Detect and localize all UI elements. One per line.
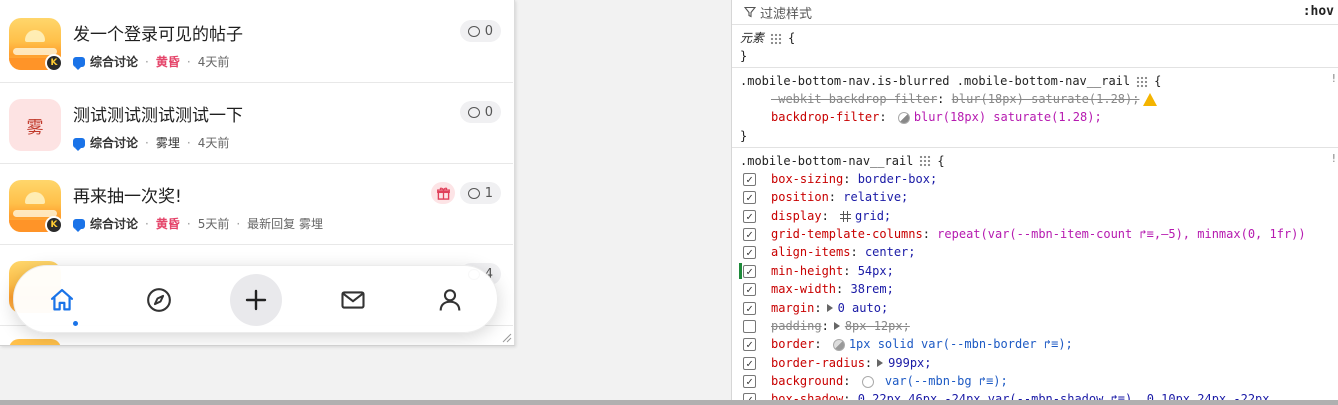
filter-input[interactable]: 过滤样式 xyxy=(760,3,812,22)
declaration-checkbox[interactable]: ✓ xyxy=(743,283,756,297)
css-declaration[interactable]: ✓ box-sizing: border-box; xyxy=(740,170,1338,188)
post-time: 4天前 xyxy=(197,55,230,69)
compass-icon xyxy=(147,288,171,312)
user-badge-icon: K xyxy=(45,54,63,72)
active-indicator xyxy=(73,321,78,326)
post-time: 5天前 xyxy=(197,217,230,231)
post-item[interactable]: 雾 测试测试测试测试一下 综合讨论 · 雾埋 · 4天前 0 xyxy=(0,83,513,164)
css-rule-blurred[interactable]: ! .mobile-bottom-nav.is-blurred .mobile-… xyxy=(732,68,1338,148)
mail-icon xyxy=(341,291,365,309)
avatar xyxy=(9,339,61,345)
declaration-checkbox[interactable]: ✓ xyxy=(743,227,756,241)
user-badge-icon: K xyxy=(45,216,63,234)
declaration-checkbox[interactable]: ✓ xyxy=(743,264,756,278)
nav-messages-button[interactable] xyxy=(329,276,377,324)
reply-count-badge: 0 xyxy=(459,101,501,123)
post-meta: 综合讨论 · 雾埋 · 4天前 xyxy=(73,134,229,151)
declaration-checkbox[interactable]: ✓ xyxy=(743,191,756,205)
author-link[interactable]: 黄昏 xyxy=(156,215,180,232)
nav-home-button[interactable] xyxy=(38,276,86,324)
reply-count-badge: 1 xyxy=(459,182,501,204)
resize-handle-icon[interactable] xyxy=(500,331,512,343)
declaration-checkbox[interactable] xyxy=(743,319,756,333)
expand-triangle-icon[interactable] xyxy=(826,304,833,313)
color-swatch-icon[interactable] xyxy=(861,375,874,388)
css-declaration[interactable]: ✓ margin: 0 auto; xyxy=(740,299,1338,317)
declaration-checkbox[interactable]: ✓ xyxy=(743,209,756,223)
reply-count-badge: 0 xyxy=(459,20,501,42)
post-item[interactable]: K 发一个登录可见的帖子 综合讨论 · 黄昏 · 4天前 0 xyxy=(0,2,513,83)
css-declaration[interactable]: ✓ border-radius: 999px; xyxy=(740,354,1338,372)
warning-icon xyxy=(1143,93,1158,106)
declaration-checkbox[interactable]: ✓ xyxy=(743,375,756,389)
selector-dots-icon[interactable] xyxy=(1136,75,1149,88)
devtools-styles-pane: 过滤样式 :hov 元素{ } ! .mobile-bottom-nav.is-… xyxy=(731,0,1338,405)
declaration-checkbox[interactable]: ✓ xyxy=(743,301,756,315)
selector-dots-icon[interactable] xyxy=(919,155,932,168)
expand-triangle-icon[interactable] xyxy=(877,359,884,368)
css-rule-rail[interactable]: ! .mobile-bottom-nav__rail{ ✓ box-sizing:… xyxy=(732,148,1338,405)
mobile-bottom-nav xyxy=(13,265,498,333)
nav-explore-button[interactable] xyxy=(135,276,183,324)
comment-icon xyxy=(467,25,480,37)
post-item[interactable]: K 再来抽一次奖! 综合讨论 · 黄昏 · 5天前 · 最新回复 雾埋 1 xyxy=(0,164,513,245)
css-declaration[interactable]: padding: 8px 12px; xyxy=(740,317,1338,335)
rule-selector[interactable]: .mobile-bottom-nav__rail xyxy=(740,154,913,168)
category-link[interactable]: 综合讨论 xyxy=(90,53,138,70)
nav-add-button[interactable] xyxy=(230,274,282,326)
chat-category-icon xyxy=(73,218,85,232)
color-swatch-icon[interactable] xyxy=(832,338,845,351)
css-declaration[interactable]: ✓ border: 1px solid var(--mbn-border ↱≡); xyxy=(740,335,1338,353)
css-declaration[interactable]: ✓ max-width: 38rem; xyxy=(740,280,1338,298)
declaration-checkbox[interactable]: ✓ xyxy=(743,338,756,352)
comment-icon xyxy=(467,187,480,199)
declaration-checkbox[interactable]: ✓ xyxy=(743,246,756,260)
expand-triangle-icon[interactable] xyxy=(833,322,840,331)
post-meta: 综合讨论 · 黄昏 · 5天前 · 最新回复 雾埋 xyxy=(73,215,323,232)
comment-icon xyxy=(467,106,480,118)
author-link[interactable]: 雾埋 xyxy=(156,134,180,151)
chat-category-icon xyxy=(73,137,85,151)
chat-category-icon xyxy=(73,56,85,70)
plus-icon xyxy=(245,289,267,311)
post-title[interactable]: 再来抽一次奖! xyxy=(73,182,182,207)
hov-toggle[interactable]: :hov xyxy=(1303,4,1334,19)
user-icon xyxy=(439,289,461,311)
css-declaration[interactable]: ✓ min-height: 54px; xyxy=(739,262,1338,280)
css-declaration[interactable]: backdrop-filter: blur(18px) saturate(1.2… xyxy=(740,108,1338,126)
gift-icon xyxy=(431,182,455,204)
css-declaration[interactable]: ✓ display: grid; xyxy=(740,207,1338,225)
css-declaration[interactable]: -webkit-backdrop-filter: blur(18px) satu… xyxy=(740,90,1338,108)
avatar[interactable]: 雾 xyxy=(9,99,61,151)
nav-profile-button[interactable] xyxy=(426,276,474,324)
declaration-checkbox[interactable]: ✓ xyxy=(743,356,756,370)
category-link[interactable]: 综合讨论 xyxy=(90,215,138,232)
css-declaration[interactable]: ✓ grid-template-columns: repeat(var(--mbn… xyxy=(740,225,1338,243)
screen: K 发一个登录可见的帖子 综合讨论 · 黄昏 · 4天前 0 雾 测试测试测试测… xyxy=(0,0,1338,405)
css-declaration[interactable]: ✓ align-items: center; xyxy=(740,243,1338,261)
horizontal-scrollbar[interactable] xyxy=(0,400,1338,405)
category-link[interactable]: 综合讨论 xyxy=(90,134,138,151)
selector-dots-icon[interactable] xyxy=(770,32,783,45)
rule-selector[interactable]: .mobile-bottom-nav.is-blurred .mobile-bo… xyxy=(740,74,1130,88)
home-icon xyxy=(50,288,74,311)
post-meta: 综合讨论 · 黄昏 · 4天前 xyxy=(73,53,229,70)
post-time: 4天前 xyxy=(197,136,230,150)
css-declaration[interactable]: ✓ position: relative; xyxy=(740,188,1338,206)
grid-editor-icon[interactable] xyxy=(840,210,852,222)
post-title[interactable]: 发一个登录可见的帖子 xyxy=(73,20,243,45)
author-link[interactable]: 黄昏 xyxy=(156,53,180,70)
filter-bar[interactable]: 过滤样式 :hov xyxy=(732,0,1338,25)
post-title[interactable]: 测试测试测试测试一下 xyxy=(73,101,243,126)
declaration-checkbox[interactable]: ✓ xyxy=(743,172,756,186)
filter-icon xyxy=(744,6,756,18)
css-declaration[interactable]: ✓ background: var(--mbn-bg ↱≡); xyxy=(740,372,1338,390)
filter-swatch-icon[interactable] xyxy=(897,111,910,124)
mobile-preview: K 发一个登录可见的帖子 综合讨论 · 黄昏 · 4天前 0 雾 测试测试测试测… xyxy=(0,0,515,346)
last-reply: 最新回复 雾埋 xyxy=(247,217,323,231)
element-style-rule[interactable]: 元素{ } xyxy=(732,25,1338,68)
